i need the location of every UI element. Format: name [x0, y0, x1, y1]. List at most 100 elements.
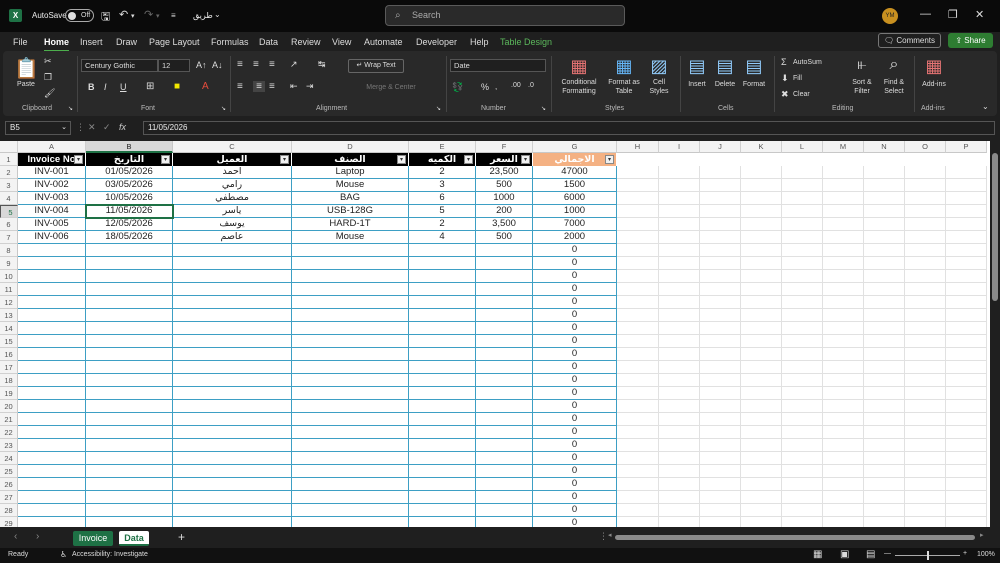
table-cell[interactable]: 0	[533, 348, 617, 361]
grid-cell[interactable]	[659, 426, 700, 439]
table-cell[interactable]: 0	[533, 439, 617, 452]
table-cell[interactable]	[292, 335, 409, 348]
tab-data[interactable]: Data	[259, 37, 278, 47]
grid-cell[interactable]	[617, 231, 659, 244]
increase-indent-icon[interactable]: ⇥	[306, 81, 314, 92]
grid-cell[interactable]	[864, 257, 905, 270]
grid-cell[interactable]	[741, 400, 782, 413]
row-header[interactable]: 29	[0, 517, 18, 527]
grid-cell[interactable]	[617, 387, 659, 400]
grid-cell[interactable]	[864, 166, 905, 179]
table-cell[interactable]: 0	[533, 400, 617, 413]
grid-cell[interactable]	[864, 205, 905, 218]
table-cell[interactable]	[292, 517, 409, 527]
row-header[interactable]: 19	[0, 387, 18, 400]
grid-cell[interactable]	[864, 244, 905, 257]
table-cell[interactable]	[86, 283, 173, 296]
grid-cell[interactable]	[659, 296, 700, 309]
table-cell[interactable]	[173, 361, 292, 374]
grid-cell[interactable]	[864, 335, 905, 348]
table-cell[interactable]	[476, 283, 533, 296]
grid-cell[interactable]	[700, 517, 741, 527]
grid-cell[interactable]	[905, 348, 946, 361]
tab-formulas[interactable]: Formulas	[211, 37, 249, 47]
grid-cell[interactable]	[864, 387, 905, 400]
table-cell[interactable]: 10/05/2026	[86, 192, 173, 205]
grid-cell[interactable]	[823, 296, 864, 309]
grid-cell[interactable]	[905, 283, 946, 296]
table-cell[interactable]	[86, 257, 173, 270]
table-cell[interactable]	[409, 348, 476, 361]
format-cells-button[interactable]: Format	[740, 80, 768, 89]
grid-cell[interactable]	[659, 244, 700, 257]
grid-cell[interactable]	[617, 257, 659, 270]
table-cell[interactable]: 0	[533, 374, 617, 387]
table-cell[interactable]: مصطفي	[173, 192, 292, 205]
table-cell[interactable]: 03/05/2026	[86, 179, 173, 192]
table-cell[interactable]	[86, 374, 173, 387]
table-cell[interactable]	[86, 491, 173, 504]
table-cell[interactable]	[409, 296, 476, 309]
grid-cell[interactable]	[700, 413, 741, 426]
grid-cell[interactable]	[823, 361, 864, 374]
table-cell[interactable]: 3,500	[476, 218, 533, 231]
grid-cell[interactable]	[782, 426, 823, 439]
fill-color-icon[interactable]: ■	[174, 81, 180, 92]
table-cell[interactable]: 0	[533, 257, 617, 270]
comments-button[interactable]: 🗨 Comments	[878, 33, 941, 48]
grid-cell[interactable]	[823, 374, 864, 387]
table-cell[interactable]	[409, 244, 476, 257]
table-cell[interactable]	[18, 270, 86, 283]
table-cell[interactable]: 01/05/2026	[86, 166, 173, 179]
close-icon[interactable]: ✕	[975, 8, 984, 21]
cell-styles-button[interactable]: Cell Styles	[643, 78, 675, 96]
grid-cell[interactable]	[946, 452, 987, 465]
table-cell[interactable]	[476, 439, 533, 452]
vertical-scroll-thumb[interactable]	[992, 153, 998, 301]
grid-cell[interactable]	[864, 517, 905, 527]
grid-cell[interactable]	[946, 400, 987, 413]
italic-icon[interactable]: I	[104, 82, 107, 92]
tab-draw[interactable]: Draw	[116, 37, 137, 47]
table-cell[interactable]	[409, 504, 476, 517]
grid-cell[interactable]	[659, 465, 700, 478]
row-header[interactable]: 7	[0, 231, 18, 244]
grid-cell[interactable]	[823, 491, 864, 504]
table-cell[interactable]	[18, 322, 86, 335]
autosum-button[interactable]: AutoSum	[793, 58, 829, 67]
table-cell[interactable]	[476, 348, 533, 361]
table-cell[interactable]	[292, 452, 409, 465]
grid-cell[interactable]	[864, 296, 905, 309]
grid-cell[interactable]	[946, 387, 987, 400]
filename-chevron-icon[interactable]: ⌄	[214, 10, 221, 19]
grid-cell[interactable]	[905, 374, 946, 387]
number-format-select[interactable]: Date	[450, 59, 546, 72]
insert-cells-button[interactable]: Insert	[684, 80, 710, 89]
row-header[interactable]: 8	[0, 244, 18, 257]
clear-button[interactable]: Clear	[793, 90, 817, 99]
grid-cell[interactable]	[864, 491, 905, 504]
grid-cell[interactable]	[741, 179, 782, 192]
grid-cell[interactable]	[741, 465, 782, 478]
tab-table-design[interactable]: Table Design	[500, 37, 552, 47]
scroll-left-icon[interactable]: ◂	[608, 531, 612, 539]
grid-cell[interactable]	[700, 504, 741, 517]
grid-cell[interactable]	[905, 322, 946, 335]
grid-cell[interactable]	[823, 335, 864, 348]
grid-cell[interactable]	[946, 296, 987, 309]
table-cell[interactable]	[476, 504, 533, 517]
cell-styles-icon[interactable]: ▨	[648, 56, 670, 76]
grid-cell[interactable]	[741, 374, 782, 387]
filename[interactable]: طريق	[193, 11, 213, 20]
table-cell[interactable]	[409, 322, 476, 335]
grid-cell[interactable]	[659, 361, 700, 374]
table-cell[interactable]	[292, 309, 409, 322]
grid-cell[interactable]	[741, 426, 782, 439]
grid-cell[interactable]	[741, 257, 782, 270]
column-header-l[interactable]: L	[782, 141, 823, 153]
grid-cell[interactable]	[823, 231, 864, 244]
grid-cell[interactable]	[659, 374, 700, 387]
grid-cell[interactable]	[700, 361, 741, 374]
table-cell[interactable]	[409, 309, 476, 322]
tab-insert[interactable]: Insert	[80, 37, 103, 47]
